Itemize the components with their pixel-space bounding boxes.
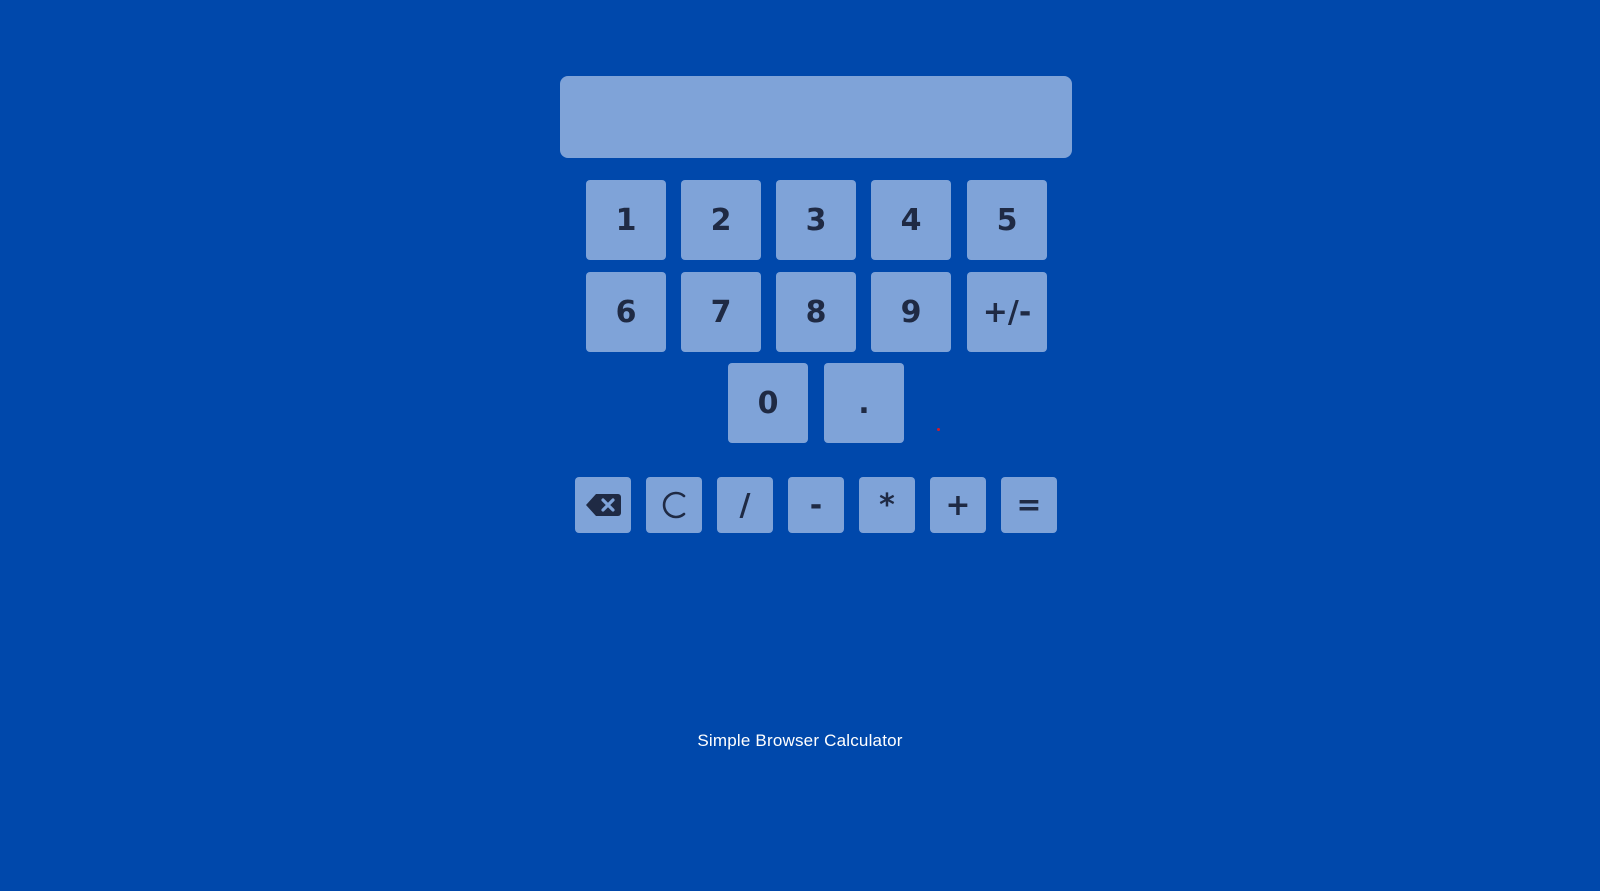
key-7[interactable]: 7 bbox=[681, 272, 761, 352]
key-0[interactable]: 0 bbox=[728, 363, 808, 443]
multiply-button[interactable]: * bbox=[859, 477, 915, 533]
equals-button[interactable]: = bbox=[1001, 477, 1057, 533]
subtract-button[interactable]: - bbox=[788, 477, 844, 533]
key-5[interactable]: 5 bbox=[967, 180, 1047, 260]
display-field[interactable] bbox=[560, 76, 1072, 158]
red-dot-marker bbox=[937, 428, 940, 431]
key-2[interactable]: 2 bbox=[681, 180, 761, 260]
key-8[interactable]: 8 bbox=[776, 272, 856, 352]
key-9[interactable]: 9 bbox=[871, 272, 951, 352]
footer-text: Simple Browser Calculator bbox=[697, 731, 903, 750]
key-4[interactable]: 4 bbox=[871, 180, 951, 260]
key-1[interactable]: 1 bbox=[586, 180, 666, 260]
calculator-app: 1 2 3 4 5 6 7 8 9 +/- 0 . / - * + = Simp… bbox=[0, 0, 1600, 891]
key-6[interactable]: 6 bbox=[586, 272, 666, 352]
divide-button[interactable]: / bbox=[717, 477, 773, 533]
clear-button[interactable] bbox=[646, 477, 702, 533]
add-button[interactable]: + bbox=[930, 477, 986, 533]
backspace-button[interactable] bbox=[575, 477, 631, 533]
backspace-icon bbox=[585, 493, 621, 517]
sign-toggle-button[interactable]: +/- bbox=[967, 272, 1047, 352]
clear-icon bbox=[659, 489, 689, 521]
key-3[interactable]: 3 bbox=[776, 180, 856, 260]
decimal-button[interactable]: . bbox=[824, 363, 904, 443]
